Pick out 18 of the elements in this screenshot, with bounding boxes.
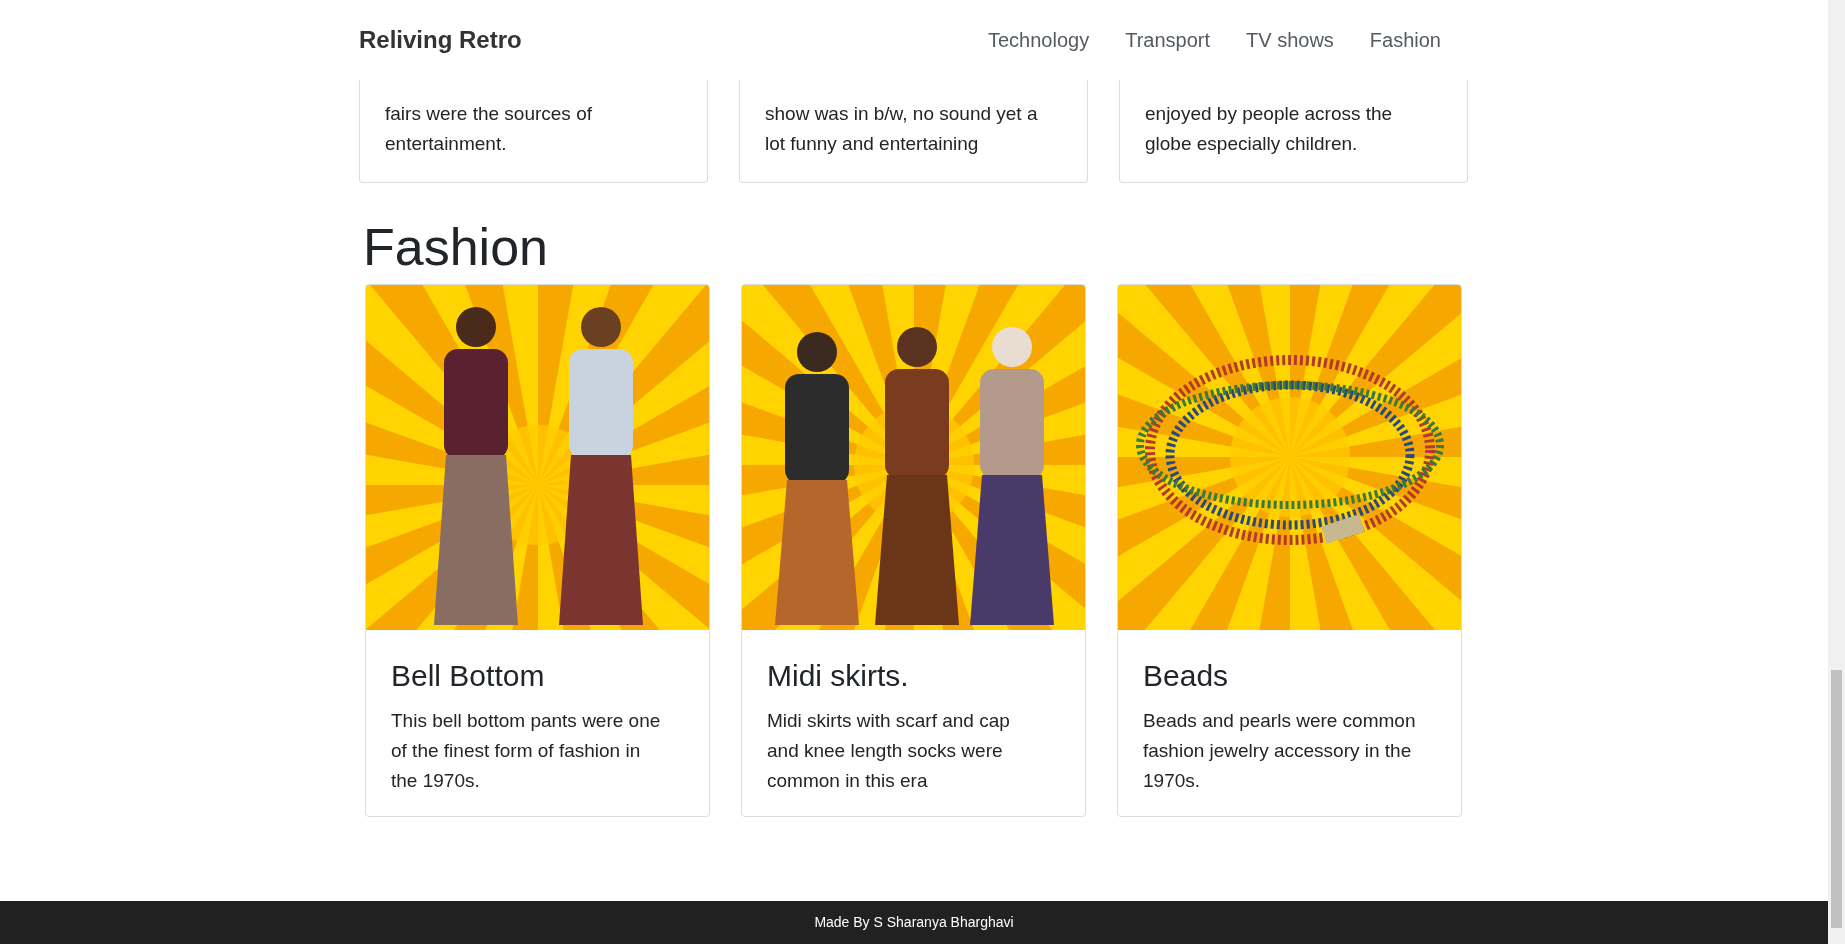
card-title: Bell Bottom — [391, 658, 546, 694]
scrollbar[interactable] — [1828, 0, 1845, 944]
card-title: Beads — [1143, 658, 1230, 694]
nav-link[interactable]: TV shows — [1234, 25, 1346, 55]
section-heading: Fashion — [363, 217, 549, 278]
brand-link[interactable]: Reliving Retro — [359, 22, 522, 58]
footer-text: Made By S Sharanya Bharghavi — [814, 913, 1014, 932]
card-text: show was in b/w, no sound yet a lot funny and entertaining — [765, 102, 1039, 156]
nav-link[interactable]: Fashion — [1357, 25, 1453, 55]
card-text: Beads and pearls were common fashion jewelry accessory in the 1970s. — [1143, 709, 1416, 793]
scrollbar-thumb[interactable] — [1831, 670, 1842, 928]
card-text: enjoyed by people across the globe especially children. — [1145, 102, 1394, 156]
card-text: This bell bottom pants were one of the finest form of fashion in the 1970s. — [391, 709, 662, 793]
nav-link[interactable]: Transport — [1113, 25, 1223, 55]
card-text: fairs were the sources of entertainment. — [385, 102, 593, 156]
card-text: Midi skirts with scarf and cap and knee length socks were common in this era — [767, 709, 1011, 793]
nav-link[interactable]: Technology — [976, 25, 1102, 55]
card-title: Midi skirts. — [767, 658, 910, 694]
